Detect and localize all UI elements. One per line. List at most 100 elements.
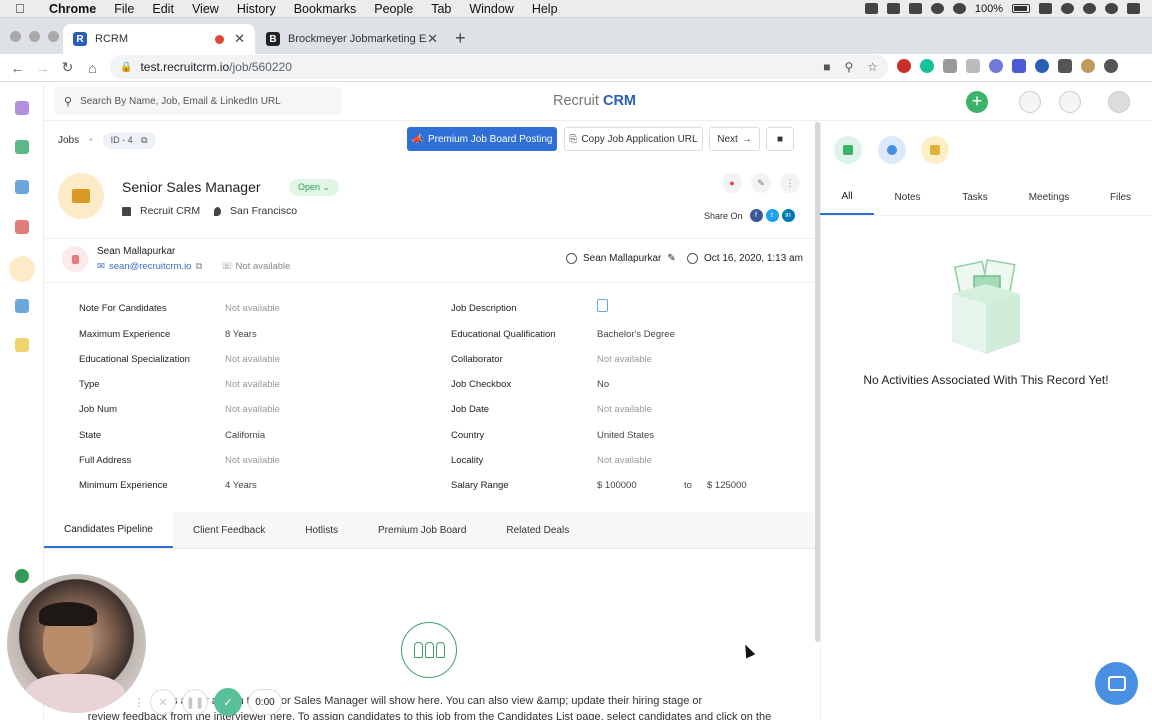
chat-support-button[interactable] <box>1095 662 1138 705</box>
user-avatar[interactable] <box>1108 91 1130 113</box>
user-avatar-icon[interactable] <box>1105 3 1118 14</box>
calendar-icon[interactable] <box>15 338 29 352</box>
field-value[interactable]: Not available <box>225 404 280 415</box>
gmail-icon[interactable] <box>930 3 944 14</box>
menu-help[interactable]: Help <box>523 2 567 16</box>
close-tab-icon[interactable]: ✕ <box>234 31 245 47</box>
tab-premium-job-board[interactable]: Premium Job Board <box>358 512 486 548</box>
tab-related-deals[interactable]: Related Deals <box>486 512 589 548</box>
grammarly-icon[interactable] <box>920 59 934 73</box>
add-record-button[interactable]: + <box>966 91 988 113</box>
inbox-icon[interactable] <box>1019 91 1041 113</box>
field-value[interactable]: Not available <box>225 455 280 466</box>
new-tab-icon[interactable]: + <box>455 28 466 49</box>
copy-icon[interactable]: ⧉ <box>195 261 202 272</box>
document-icon[interactable] <box>597 299 608 312</box>
webcam-bubble[interactable] <box>7 574 146 713</box>
field-value[interactable]: Bachelor's Degree <box>597 329 675 340</box>
extension-icon[interactable] <box>943 59 957 73</box>
close-tab-icon[interactable]: ✕ <box>427 31 438 47</box>
search-icon[interactable] <box>1083 3 1096 14</box>
twitter-icon[interactable]: t <box>765 209 779 222</box>
extension-icon[interactable] <box>966 59 980 73</box>
menu-icon[interactable] <box>1104 59 1118 73</box>
dashboard-icon[interactable] <box>15 101 29 115</box>
tab-meetings[interactable]: Meetings <box>1009 180 1089 215</box>
menu-history[interactable]: History <box>228 2 285 16</box>
puzzle-icon[interactable] <box>1058 59 1072 73</box>
bear-icon[interactable] <box>908 3 922 14</box>
pause-recording-icon[interactable]: ❚❚ <box>182 689 208 715</box>
apple-icon[interactable]:  <box>0 1 40 16</box>
menu-people[interactable]: People <box>365 2 422 16</box>
linkedin-icon[interactable]: in <box>781 209 795 222</box>
tab-hotlists[interactable]: Hotlists <box>285 512 358 548</box>
profile-icon[interactable] <box>1081 59 1095 73</box>
owner-email[interactable]: ✉ sean@recruitcrm.io ⧉ <box>97 261 202 272</box>
premium-job-board-posting-button[interactable]: 📣 Premium Job Board Posting <box>407 127 557 151</box>
salary-from[interactable]: $ 100000 <box>597 480 637 491</box>
field-value[interactable]: Not available <box>225 354 280 365</box>
bookmark-star-icon[interactable]: ☆ <box>867 60 878 74</box>
clock-icon[interactable] <box>1061 3 1074 14</box>
menu-view[interactable]: View <box>183 2 228 16</box>
field-value[interactable]: Not available <box>597 455 652 466</box>
breadcrumb-jobs[interactable]: Jobs <box>58 135 79 146</box>
facebook-icon[interactable]: f <box>749 209 763 222</box>
add-note-button[interactable] <box>834 136 862 164</box>
menu-app-name[interactable]: Chrome <box>40 2 105 16</box>
billing-icon[interactable] <box>15 569 29 583</box>
video-button[interactable]: ■ <box>766 127 794 151</box>
field-value[interactable]: Not available <box>225 303 280 314</box>
back-icon[interactable]: ← <box>5 60 30 76</box>
tab-notes[interactable]: Notes <box>874 180 941 215</box>
job-status-badge[interactable]: Open ⌄ <box>289 179 340 196</box>
microphone-icon[interactable] <box>864 3 878 14</box>
field-value[interactable]: 8 Years <box>225 329 257 340</box>
close-window-button[interactable] <box>10 31 21 42</box>
more-options-icon[interactable]: ⋮ <box>780 173 800 193</box>
browser-tab-rcrm[interactable]: R RCRM ✕ <box>63 24 255 54</box>
email-icon[interactable] <box>15 299 29 313</box>
extension-icon[interactable] <box>989 59 1003 73</box>
battery-icon[interactable] <box>1012 4 1030 13</box>
companies-icon[interactable] <box>15 180 29 194</box>
field-value[interactable]: 4 Years <box>225 480 257 491</box>
wifi-icon[interactable] <box>952 3 966 14</box>
camera-icon[interactable] <box>886 3 900 14</box>
menu-window[interactable]: Window <box>460 2 522 16</box>
tab-client-feedback[interactable]: Client Feedback <box>173 512 285 548</box>
field-value[interactable]: United States <box>597 430 654 441</box>
adblock-icon[interactable] <box>897 59 911 73</box>
edit-icon[interactable]: ✎ <box>751 173 771 193</box>
zoom-icon[interactable]: ⚲ <box>844 60 853 74</box>
tab-tasks[interactable]: Tasks <box>941 180 1009 215</box>
add-task-button[interactable] <box>878 136 906 164</box>
more-options-icon[interactable]: ⋮ <box>134 689 145 715</box>
minimize-window-button[interactable] <box>29 31 40 42</box>
tab-candidates-pipeline[interactable]: Candidates Pipeline <box>44 512 173 548</box>
field-value[interactable]: Not available <box>597 404 652 415</box>
menu-file[interactable]: File <box>105 2 143 16</box>
notifications-icon[interactable] <box>1059 91 1081 113</box>
reload-icon[interactable]: ↻ <box>55 59 80 76</box>
menu-edit[interactable]: Edit <box>143 2 183 16</box>
hot-job-icon[interactable]: ● <box>722 173 742 193</box>
camera-blocked-icon[interactable]: ■ <box>823 60 830 74</box>
address-bar[interactable]: 🔒 test.recruitcrm.io /job/560220 ■ ⚲ ☆ <box>110 55 888 79</box>
field-value[interactable]: Not available <box>597 354 652 365</box>
pencil-icon[interactable]: ✎ <box>667 253 675 264</box>
next-button[interactable]: Next → <box>709 127 760 151</box>
keyboard-icon[interactable] <box>1039 3 1052 14</box>
copy-job-application-url-button[interactable]: ⎘ Copy Job Application URL <box>564 127 703 151</box>
extension-icon[interactable] <box>1012 59 1026 73</box>
browser-tab-brockmeyer[interactable]: B Brockmeyer Jobmarketing Exp ✕ <box>256 24 448 54</box>
global-search-input[interactable]: ⚲ Search By Name, Job, Email & LinkedIn … <box>54 87 342 115</box>
copy-icon[interactable]: ⧉ <box>141 135 147 145</box>
field-value[interactable]: California <box>225 430 265 441</box>
forward-icon[interactable]: → <box>30 60 55 76</box>
field-value[interactable]: Not available <box>225 379 280 390</box>
contacts-icon[interactable] <box>15 140 29 154</box>
menu-bookmarks[interactable]: Bookmarks <box>285 2 366 16</box>
add-meeting-button[interactable] <box>921 136 949 164</box>
